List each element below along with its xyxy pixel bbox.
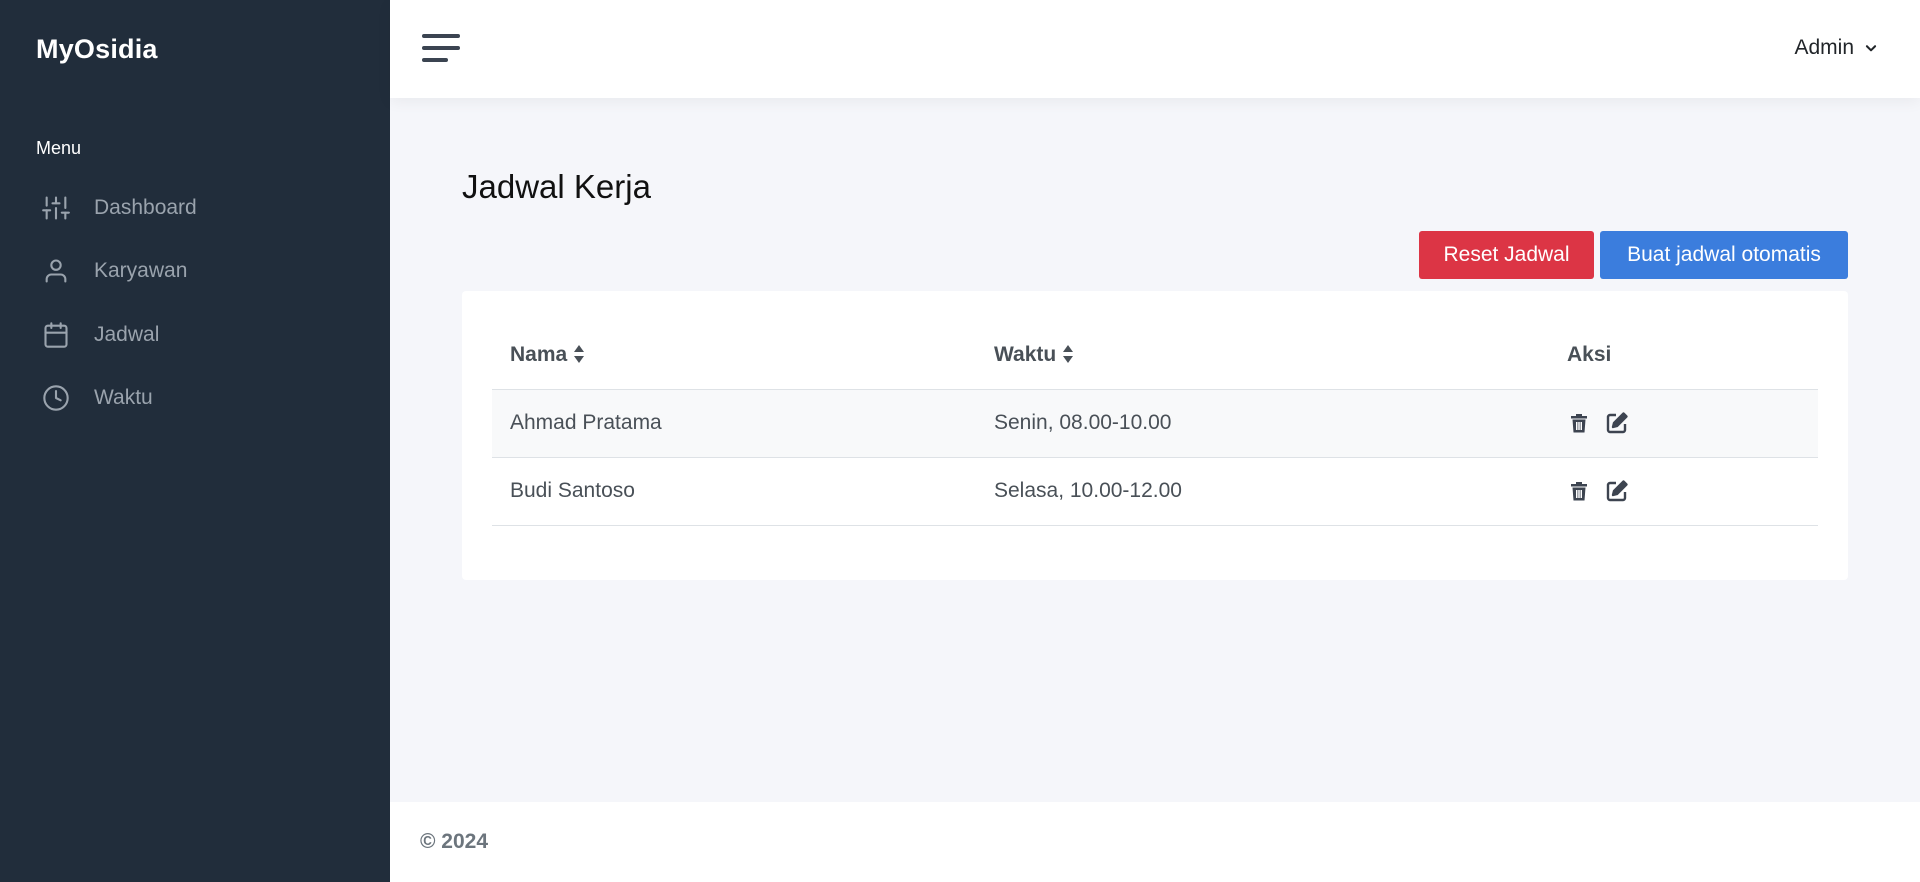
clock-icon — [42, 384, 70, 412]
table-row: Ahmad Pratama Senin, 08.00-10.00 — [492, 389, 1818, 458]
column-header-aksi: Aksi — [1549, 321, 1818, 390]
cell-waktu: Senin, 08.00-10.00 — [976, 389, 1549, 458]
user-dropdown[interactable]: Admin — [1794, 36, 1878, 60]
sliders-icon — [42, 194, 70, 222]
sidebar: MyOsidia Menu Dashboard Karyawan Jadwal … — [0, 0, 390, 882]
trash-icon[interactable] — [1567, 411, 1591, 435]
sidebar-item-waktu[interactable]: Waktu — [0, 367, 390, 431]
menu-header: Menu — [36, 138, 82, 158]
reset-schedule-button[interactable]: Reset Jadwal — [1419, 231, 1594, 279]
cell-aksi — [1549, 389, 1818, 458]
sidebar-nav: Dashboard Karyawan Jadwal Waktu — [0, 176, 390, 430]
edit-icon[interactable] — [1605, 411, 1629, 435]
column-header-nama[interactable]: Nama — [492, 321, 976, 390]
sidebar-item-karyawan[interactable]: Karyawan — [0, 240, 390, 304]
user-icon — [42, 257, 70, 285]
footer: © 2024 — [390, 802, 1920, 882]
sidebar-item-label: Waktu — [94, 386, 153, 410]
schedule-table: Nama Waktu Aksi Ahmad Pratama Senin, 08.… — [492, 321, 1818, 526]
sidebar-item-dashboard[interactable]: Dashboard — [0, 176, 390, 240]
sort-icon — [1063, 344, 1074, 363]
calendar-icon — [42, 321, 70, 349]
sidebar-item-label: Karyawan — [94, 259, 188, 283]
table-row: Budi Santoso Selasa, 10.00-12.00 — [492, 457, 1818, 526]
brand-logo[interactable]: MyOsidia — [36, 34, 158, 65]
sidebar-item-jadwal[interactable]: Jadwal — [0, 303, 390, 367]
sidebar-item-label: Jadwal — [94, 322, 160, 346]
cell-nama: Ahmad Pratama — [492, 389, 976, 458]
sort-icon — [574, 344, 585, 363]
page-title: Jadwal Kerja — [462, 168, 651, 205]
chevron-down-icon — [1865, 45, 1877, 52]
auto-schedule-button[interactable]: Buat jadwal otomatis — [1600, 231, 1848, 279]
cell-aksi — [1549, 457, 1818, 526]
trash-icon[interactable] — [1567, 479, 1591, 503]
schedule-card: Nama Waktu Aksi Ahmad Pratama Senin, 08.… — [462, 291, 1848, 580]
edit-icon[interactable] — [1605, 479, 1629, 503]
cell-nama: Budi Santoso — [492, 457, 976, 526]
topbar: Admin — [390, 0, 1920, 98]
sidebar-item-label: Dashboard — [94, 195, 197, 219]
hamburger-menu-icon[interactable] — [422, 32, 460, 64]
cell-waktu: Selasa, 10.00-12.00 — [976, 457, 1549, 526]
copyright-text: © 2024 — [420, 830, 489, 853]
column-header-waktu[interactable]: Waktu — [976, 321, 1549, 390]
user-label: Admin — [1794, 36, 1854, 59]
table-header-row: Nama Waktu Aksi — [492, 321, 1818, 390]
